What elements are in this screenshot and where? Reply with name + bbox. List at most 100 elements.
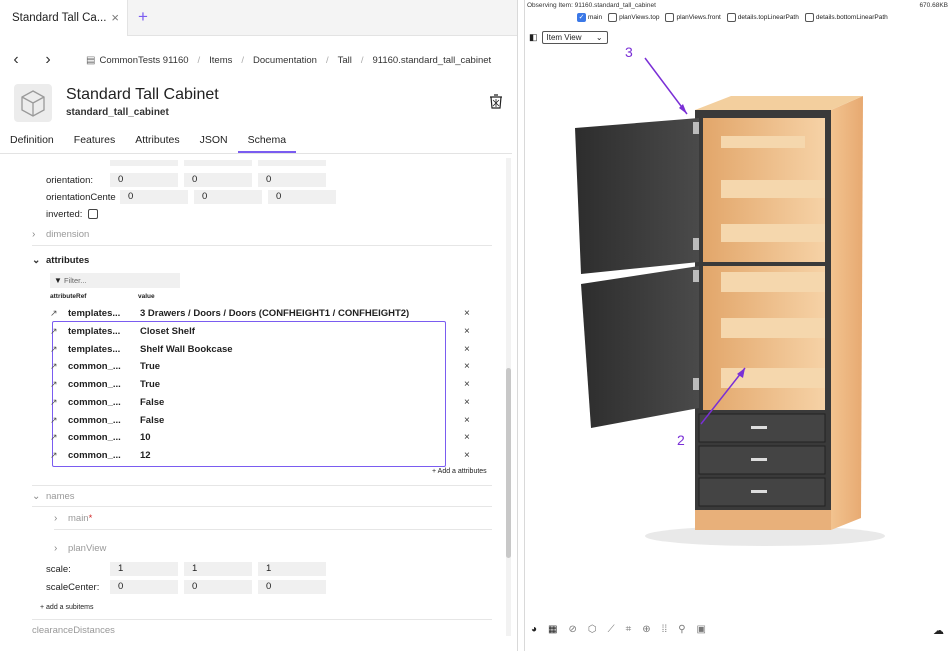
attribute-ref: common_... [68,378,121,390]
external-link-icon[interactable]: ↗ [50,432,68,443]
main-label: main [68,513,89,524]
remove-icon[interactable]: × [464,415,470,426]
remove-icon[interactable]: × [464,379,470,390]
compass-icon[interactable]: ⊘ [569,624,577,635]
external-link-icon[interactable]: ↗ [50,344,68,355]
orientation-x-input[interactable]: 0 [110,173,178,187]
dimension-label: dimension [46,229,90,240]
clearance-section[interactable]: › clearanceDistances [32,619,492,638]
external-link-icon[interactable]: ↗ [50,450,68,461]
remove-icon[interactable]: × [464,450,470,461]
attribute-row[interactable]: ↗ common_... True × [50,375,470,393]
field-remnant [184,160,252,166]
breadcrumb-item[interactable]: Documentation [249,55,321,66]
external-link-icon[interactable]: ↗ [50,361,68,372]
cloud-download-icon[interactable]: ☁ [933,624,944,637]
crop-icon[interactable]: ⌗ [626,624,632,635]
attribute-row[interactable]: ↗ common_... False × [50,393,470,411]
view-toggle-plan-front[interactable]: planViews.front [665,13,721,22]
forward-icon[interactable]: › [32,51,64,69]
external-link-icon[interactable]: ↗ [50,379,68,390]
breadcrumb-item[interactable]: Tall [334,55,356,66]
filter-input[interactable]: ▼ Filter... [50,273,180,288]
checkbox-icon[interactable] [665,13,675,22]
item-tabs: Definition Features Attributes JSON Sche… [0,130,512,154]
main-subsection[interactable]: › main * [54,508,492,530]
view-toggle-main[interactable]: ✓ main [577,13,602,22]
grid-icon[interactable]: ▦ [548,624,557,635]
attribute-row[interactable]: ↗ templates... Closet Shelf × [50,322,470,340]
attribute-row[interactable]: ↗ common_... 12 × [50,446,470,464]
dots-grid-icon[interactable]: ⁞⁞ [662,624,668,635]
box-icon[interactable]: ⬡ [588,624,597,635]
new-tab-button[interactable]: + [138,7,148,27]
orientation-label: orientation: [46,174,94,186]
names-section[interactable]: ⌄ names [32,485,492,507]
palette-icon[interactable]: ◕ [531,624,537,635]
planview-label: planView [68,542,107,554]
external-link-icon[interactable]: ↗ [50,326,68,337]
checkbox-checked-icon[interactable]: ✓ [577,13,586,22]
scale-center-x-input[interactable]: 0 [110,580,178,594]
remove-icon[interactable]: × [464,326,470,337]
dimension-section[interactable]: › dimension [32,224,492,246]
view-mode-select[interactable]: Item View ⌄ [541,31,608,44]
orientation-z-input[interactable]: 0 [258,173,326,187]
scale-z-input[interactable]: 1 [258,562,326,576]
tab-json[interactable]: JSON [190,130,238,153]
scale-x-input[interactable]: 1 [110,562,178,576]
orientation-y-input[interactable]: 0 [184,173,252,187]
tab-attributes[interactable]: Attributes [125,130,189,153]
cube-icon [14,84,52,122]
remove-icon[interactable]: × [464,344,470,355]
view-toggle-top-linear[interactable]: details.topLinearPath [726,13,799,22]
tab-features[interactable]: Features [64,130,125,153]
layers-icon[interactable]: ▣ [697,624,706,635]
attributes-section[interactable]: ⌄ attributes [32,249,492,271]
remove-icon[interactable]: × [464,361,470,372]
close-icon[interactable]: × [111,10,119,25]
back-icon[interactable]: ‹ [0,51,32,69]
scale-center-z-input[interactable]: 0 [258,580,326,594]
attribute-row[interactable]: ↗ common_... False × [50,411,470,429]
remove-icon[interactable]: × [464,397,470,408]
view-toggle-plan-top[interactable]: planViews.top [608,13,659,22]
breadcrumb-item[interactable]: CommonTests 91160 [95,55,192,66]
trash-icon[interactable] [488,94,504,114]
orientation-center-x-input[interactable]: 0 [120,190,188,204]
tab-definition[interactable]: Definition [0,130,64,153]
planview-subsection[interactable]: › planView [54,537,492,559]
external-link-icon[interactable]: ↗ [50,415,68,426]
attribute-row[interactable]: ↗ common_... True × [50,357,470,375]
checkbox-icon[interactable] [608,13,618,22]
inverted-checkbox[interactable] [88,209,99,219]
remove-icon[interactable]: × [464,432,470,443]
checkbox-icon[interactable] [804,13,814,22]
remove-icon[interactable]: × [464,308,470,319]
tab-schema[interactable]: Schema [237,130,297,153]
hierarchy-icon[interactable]: ⚲ [678,624,685,635]
orientation-center-y-input[interactable]: 0 [194,190,262,204]
scale-row: scale: [46,561,71,577]
attribute-row[interactable]: ↗ common_... 10 × [50,428,470,446]
checkbox-icon[interactable] [726,13,736,22]
attribute-row[interactable]: ↗ templates... Shelf Wall Bookcase × [50,340,470,358]
breadcrumb-separator: / [325,54,329,66]
breadcrumb-item[interactable]: Items [205,55,236,66]
external-link-icon[interactable]: ↗ [50,308,68,319]
orientation-center-z-input[interactable]: 0 [268,190,336,204]
add-attributes-button[interactable]: + Add a attributes [432,468,487,475]
scrollbar[interactable] [506,158,511,636]
view-toggle-bottom-linear[interactable]: details.bottomLinearPath [804,13,888,22]
attribute-row[interactable]: ↗ templates... 3 Drawers / Doors / Doors… [50,304,470,322]
breadcrumb-item[interactable]: 91160.standard_tall_cabinet [368,55,495,66]
scale-y-input[interactable]: 1 [184,562,252,576]
3d-viewport[interactable]: 3 2 [525,44,952,618]
add-subitems-button[interactable]: + add a subitems [40,604,94,611]
tab-standard-tall-cabinet[interactable]: Standard Tall Ca... × [0,0,128,36]
target-icon[interactable]: ⊕ [642,624,650,635]
scrollbar-thumb[interactable] [506,368,511,558]
external-link-icon[interactable]: ↗ [50,397,68,408]
scale-center-y-input[interactable]: 0 [184,580,252,594]
brush-icon[interactable]: ⟋ [608,624,615,635]
